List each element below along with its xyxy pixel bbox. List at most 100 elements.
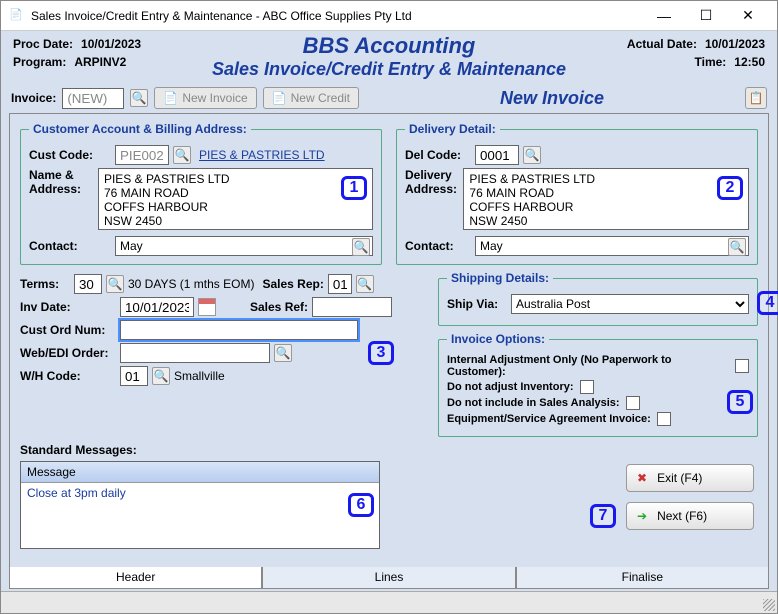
- wh-lookup-icon[interactable]: 🔍: [152, 367, 170, 385]
- opt3-label: Do not include in Sales Analysis:: [447, 397, 620, 409]
- opt2-label: Do not adjust Inventory:: [447, 381, 574, 393]
- time-label: Time:: [695, 55, 727, 69]
- customer-link[interactable]: PIES & PASTRIES LTD: [199, 148, 325, 162]
- app-window: 📄 Sales Invoice/Credit Entry & Maintenan…: [0, 0, 778, 614]
- salesrep-label: Sales Rep:: [262, 277, 323, 291]
- callout-4: 4: [757, 291, 778, 315]
- del-code-lookup-icon[interactable]: 🔍: [523, 146, 541, 164]
- program-label: Program:: [13, 55, 66, 69]
- salesref-field[interactable]: [312, 297, 392, 317]
- tab-lines[interactable]: Lines: [262, 567, 515, 589]
- proc-date-label: Proc Date:: [13, 37, 73, 51]
- wh-desc: Smallville: [174, 369, 225, 383]
- callout-3: 3: [368, 341, 394, 365]
- contact-label: Contact:: [29, 239, 111, 253]
- shipvia-select[interactable]: Australia Post: [511, 294, 749, 314]
- custord-label: Cust Ord Num:: [20, 323, 116, 337]
- titlebar: 📄 Sales Invoice/Credit Entry & Maintenan…: [1, 1, 777, 31]
- opt1-label: Internal Adjustment Only (No Paperwork t…: [447, 354, 729, 378]
- del-code-field[interactable]: [475, 145, 519, 165]
- customer-legend: Customer Account & Billing Address:: [29, 122, 251, 136]
- actual-date-value: 10/01/2023: [705, 37, 765, 51]
- callout-7: 7: [590, 504, 616, 528]
- calendar-icon[interactable]: [198, 298, 216, 316]
- delivery-fieldset: Delivery Detail: Del Code: 🔍 Delivery Ad…: [396, 122, 758, 265]
- messages-label: Standard Messages:: [20, 443, 137, 457]
- document-icon: 📄: [272, 91, 287, 105]
- action-buttons: ✖Exit (F4) 7 ➔Next (F6): [626, 464, 754, 530]
- terms-lookup-icon[interactable]: 🔍: [106, 275, 124, 293]
- next-button[interactable]: ➔Next (F6): [626, 502, 754, 530]
- opt4-label: Equipment/Service Agreement Invoice:: [447, 413, 651, 425]
- status-bar: [1, 591, 777, 613]
- invoice-label: Invoice:: [11, 91, 56, 105]
- opt1-checkbox[interactable]: [735, 359, 749, 373]
- salesrep-lookup-icon[interactable]: 🔍: [356, 275, 374, 293]
- close-icon: ✖: [637, 471, 647, 485]
- maximize-button[interactable]: ☐: [685, 2, 727, 30]
- delivery-legend: Delivery Detail:: [405, 122, 500, 136]
- customer-fieldset: Customer Account & Billing Address: Cust…: [20, 122, 382, 265]
- options-fieldset: Invoice Options: Internal Adjustment Onl…: [438, 332, 758, 437]
- mode-title: New Invoice: [365, 88, 739, 109]
- new-invoice-button[interactable]: 📄New Invoice: [154, 87, 256, 109]
- invoice-field[interactable]: [62, 88, 124, 109]
- cust-code-label: Cust Code:: [29, 148, 111, 162]
- document-icon: 📄: [163, 91, 178, 105]
- tab-header[interactable]: Header: [9, 567, 262, 589]
- header-area: BBS Accounting Sales Invoice/Credit Entr…: [1, 31, 777, 71]
- callout-5: 5: [727, 390, 753, 414]
- webedi-label: Web/EDI Order:: [20, 346, 116, 360]
- app-icon: 📄: [9, 8, 25, 24]
- wh-label: W/H Code:: [20, 369, 116, 383]
- shipping-legend: Shipping Details:: [447, 271, 553, 285]
- time-value: 12:50: [734, 55, 765, 69]
- opt4-checkbox[interactable]: [657, 412, 671, 426]
- messages-grid[interactable]: Message Close at 3pm daily: [20, 461, 380, 549]
- invdate-label: Inv Date:: [20, 300, 116, 314]
- window-title: Sales Invoice/Credit Entry & Maintenance…: [31, 9, 643, 23]
- contact-value[interactable]: May: [120, 239, 143, 253]
- tab-bar: Header Lines Finalise: [9, 567, 769, 589]
- callout-2: 2: [717, 176, 743, 200]
- proc-date-value: 10/01/2023: [81, 37, 141, 51]
- arrow-right-icon: ➔: [637, 509, 647, 523]
- options-legend: Invoice Options:: [447, 332, 549, 346]
- opt2-checkbox[interactable]: [580, 380, 594, 394]
- del-contact-value[interactable]: May: [480, 239, 503, 253]
- opt3-checkbox[interactable]: [626, 396, 640, 410]
- webedi-lookup-icon[interactable]: 🔍: [274, 344, 292, 362]
- callout-1: 1: [341, 176, 367, 200]
- contact-lookup-icon[interactable]: 🔍: [352, 238, 370, 256]
- salesrep-field[interactable]: [328, 274, 352, 294]
- tab-finalise[interactable]: Finalise: [516, 567, 769, 589]
- messages-header: Message: [21, 462, 379, 483]
- cust-code-lookup-icon[interactable]: 🔍: [173, 146, 191, 164]
- cust-code-field[interactable]: [115, 145, 169, 165]
- delivery-address-field[interactable]: [463, 168, 749, 230]
- billing-address-field[interactable]: [98, 168, 373, 230]
- message-row[interactable]: Close at 3pm daily: [21, 483, 379, 503]
- content-panel: Customer Account & Billing Address: Cust…: [9, 113, 769, 571]
- actual-date-label: Actual Date:: [627, 37, 697, 51]
- del-contact-lookup-icon[interactable]: 🔍: [728, 238, 746, 256]
- toolbar-extra-button[interactable]: 📋: [745, 87, 767, 109]
- shipvia-label: Ship Via:: [447, 297, 507, 311]
- new-credit-button[interactable]: 📄New Credit: [263, 87, 359, 109]
- invdate-field[interactable]: [120, 297, 194, 317]
- close-button[interactable]: ✕: [727, 2, 769, 30]
- del-code-label: Del Code:: [405, 148, 471, 162]
- name-address-label: Name & Address:: [29, 168, 94, 196]
- shipping-fieldset: Shipping Details: Ship Via: Australia Po…: [438, 271, 758, 326]
- terms-field[interactable]: [74, 274, 102, 294]
- wh-field[interactable]: [120, 366, 148, 386]
- invoice-lookup-icon[interactable]: 🔍: [130, 89, 148, 107]
- salesref-label: Sales Ref:: [250, 300, 308, 314]
- webedi-field[interactable]: [120, 343, 270, 363]
- terms-label: Terms:: [20, 277, 70, 291]
- terms-desc: 30 DAYS (1 mths EOM): [128, 277, 254, 291]
- exit-button[interactable]: ✖Exit (F4): [626, 464, 754, 492]
- custord-field[interactable]: [120, 320, 358, 340]
- toolbar: Invoice: 🔍 📄New Invoice 📄New Credit New …: [1, 83, 777, 113]
- minimize-button[interactable]: —: [643, 2, 685, 30]
